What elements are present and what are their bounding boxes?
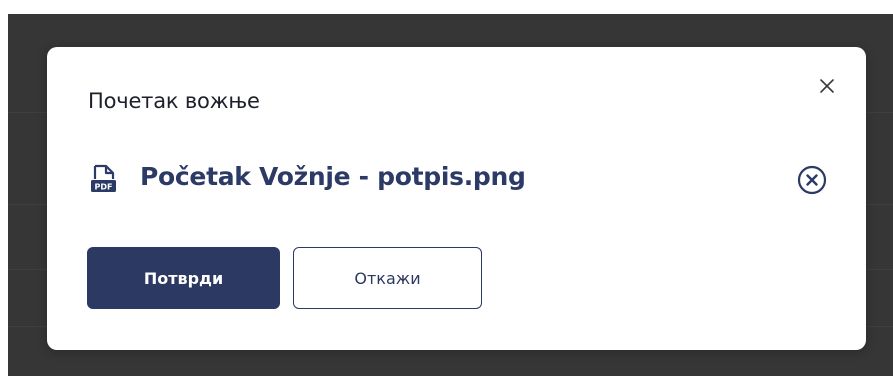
remove-file-icon[interactable] — [796, 164, 828, 196]
start-ride-dialog: Почетак вожње PDF Početak Vožnje - potpi… — [47, 47, 866, 350]
close-icon[interactable] — [818, 77, 836, 95]
cancel-button[interactable]: Откажи — [293, 247, 482, 309]
confirm-button[interactable]: Потврди — [87, 247, 280, 309]
pdf-file-icon: PDF — [91, 164, 116, 192]
file-name-link[interactable]: Početak Vožnje - potpis.png — [140, 162, 526, 191]
dialog-title: Почетак вожње — [88, 89, 260, 113]
pdf-badge-label: PDF — [95, 183, 113, 192]
attached-file-row: PDF Početak Vožnje - potpis.png — [88, 160, 828, 200]
